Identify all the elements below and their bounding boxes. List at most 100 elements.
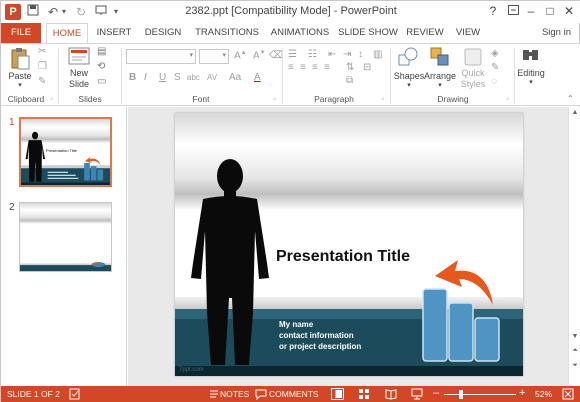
increase-font-size-icon[interactable]: A▲ <box>234 50 247 61</box>
font-name-combo[interactable]: ▾ <box>126 49 196 64</box>
tab-file[interactable]: FILE <box>1 23 41 43</box>
help-button[interactable]: ? <box>485 3 501 19</box>
ribbon-display-options-icon[interactable] <box>505 3 521 19</box>
quick-styles-icon[interactable] <box>462 46 484 68</box>
shapes-dropdown-icon[interactable]: ▾ <box>404 81 414 89</box>
increase-indent-icon[interactable]: ⇥ <box>343 49 351 60</box>
underline-button[interactable]: U <box>159 72 166 83</box>
slide-subtitle-line[interactable]: contact information <box>279 331 354 340</box>
copy-icon[interactable]: ❐ <box>38 61 47 72</box>
tab-review[interactable]: REVIEW <box>404 23 446 43</box>
justify-icon[interactable]: ≡ <box>324 62 330 73</box>
tab-design[interactable]: DESIGN <box>142 23 184 43</box>
thumbnail-number: 2 <box>9 202 15 213</box>
slide-sorter-view-icon[interactable] <box>358 388 371 400</box>
font-launcher-icon[interactable]: ⌟ <box>273 94 276 101</box>
bold-button[interactable]: B <box>129 72 136 83</box>
convert-to-smartart-icon[interactable]: ⧉ <box>346 75 353 86</box>
fit-slide-to-window-icon[interactable] <box>562 388 575 400</box>
reset-icon[interactable]: ⟲ <box>97 61 105 72</box>
change-case-button[interactable]: Aa <box>229 72 241 83</box>
reading-view-icon[interactable] <box>385 388 398 400</box>
notes-button[interactable]: NOTES <box>220 389 249 399</box>
sign-in-link[interactable]: Sign in <box>542 23 571 43</box>
paste-button[interactable]: Paste <box>5 71 35 81</box>
align-left-icon[interactable]: ≡ <box>288 62 294 73</box>
new-slide-button[interactable]: New Slide <box>63 68 95 90</box>
arrange-dropdown-icon[interactable]: ▾ <box>435 81 445 89</box>
comments-icon[interactable] <box>255 388 268 401</box>
close-icon[interactable]: ✕ <box>561 3 577 19</box>
bullets-icon[interactable]: ☰ <box>288 49 297 60</box>
paste-icon[interactable] <box>10 47 30 71</box>
text-direction-icon[interactable]: ⇅ <box>346 62 354 73</box>
tab-insert[interactable]: INSERT <box>93 23 135 43</box>
character-spacing-button[interactable]: AV <box>207 73 217 82</box>
section-icon[interactable]: ▭ <box>97 76 106 87</box>
slide-show-view-icon[interactable] <box>411 388 424 400</box>
strikethrough-button[interactable]: S <box>174 72 181 83</box>
arrange-icon[interactable] <box>429 46 451 68</box>
font-name-dropdown-icon[interactable]: ▾ <box>189 51 193 59</box>
zoom-percent[interactable]: 52% <box>535 389 552 399</box>
tab-animations[interactable]: ANIMATIONS <box>266 23 334 43</box>
next-slide-icon[interactable]: ⏷ <box>569 362 580 370</box>
slide-thumbnail-2[interactable] <box>19 202 112 272</box>
quick-styles-button[interactable]: Quick Styles <box>456 68 490 90</box>
slide-subtitle-line[interactable]: My name <box>279 320 313 329</box>
new-slide-icon[interactable] <box>68 47 90 67</box>
line-spacing-icon[interactable]: ↕ <box>358 49 363 60</box>
decrease-font-size-icon[interactable]: A▼ <box>253 50 266 61</box>
paragraph-launcher-icon[interactable]: ⌟ <box>381 94 384 101</box>
arrange-button[interactable]: Arrange <box>423 71 457 81</box>
numbering-icon[interactable]: ☷ <box>308 49 317 60</box>
previous-slide-icon[interactable]: ⏶ <box>569 347 580 355</box>
font-size-dropdown-icon[interactable]: ▾ <box>222 51 226 59</box>
vertical-scrollbar[interactable]: ▲ ▼ ⏶ ⏷ <box>568 107 580 386</box>
tab-home[interactable]: HOME <box>46 23 88 44</box>
zoom-slider[interactable] <box>444 390 516 399</box>
paste-dropdown-icon[interactable]: ▾ <box>15 81 25 89</box>
collapse-ribbon-icon[interactable]: ⌃ <box>567 94 574 103</box>
shapes-button[interactable]: Shapes <box>392 71 426 81</box>
shape-effects-icon[interactable]: ◌ <box>491 76 497 87</box>
shapes-icon[interactable] <box>397 46 419 68</box>
comments-button[interactable]: COMMENTS <box>269 389 319 399</box>
font-color-button[interactable]: A <box>254 72 261 83</box>
editing-dropdown-icon[interactable]: ▾ <box>526 78 536 86</box>
italic-button[interactable]: I <box>144 72 147 83</box>
shape-outline-icon[interactable]: ✎ <box>491 62 499 73</box>
scroll-up-icon[interactable]: ▲ <box>569 109 580 116</box>
normal-view-icon[interactable] <box>331 388 344 400</box>
minimize-icon[interactable]: – <box>523 3 539 19</box>
format-painter-icon[interactable]: ✎ <box>38 76 46 87</box>
tab-view[interactable]: VIEW <box>453 23 483 43</box>
tab-transitions[interactable]: TRANSITIONS <box>192 23 262 43</box>
layout-icon[interactable]: ▤ <box>97 46 106 57</box>
align-right-icon[interactable]: ≡ <box>312 62 318 73</box>
slide-subtitle-line[interactable]: or project description <box>279 342 361 351</box>
shape-fill-icon[interactable]: ◈ <box>491 48 499 59</box>
zoom-in-icon[interactable]: + <box>519 387 525 399</box>
current-slide[interactable]: Presentation Title My name contact infor… <box>175 113 523 376</box>
zoom-out-icon[interactable]: – <box>433 387 439 399</box>
align-center-icon[interactable]: ≡ <box>300 62 306 73</box>
font-group-label: Font <box>192 94 210 104</box>
font-size-combo[interactable]: ▾ <box>199 49 229 64</box>
slide-thumbnail-1[interactable]: Presentation Title <box>19 117 112 187</box>
zoom-slider-thumb[interactable] <box>459 390 463 399</box>
maximize-icon[interactable]: □ <box>542 3 558 19</box>
editing-button[interactable]: Editing <box>514 68 548 78</box>
scroll-down-icon[interactable]: ▼ <box>569 333 580 340</box>
clipboard-launcher-icon[interactable]: ⌟ <box>50 94 53 101</box>
spelling-check-icon[interactable] <box>69 388 82 400</box>
cut-icon[interactable]: ✂ <box>38 46 46 57</box>
drawing-launcher-icon[interactable]: ⌟ <box>506 94 509 101</box>
slide-title[interactable]: Presentation Title <box>276 248 410 266</box>
text-shadow-button[interactable]: abc <box>187 73 200 82</box>
tab-slide-show[interactable]: SLIDE SHOW <box>337 23 399 43</box>
editing-icon[interactable] <box>521 46 541 66</box>
columns-icon[interactable]: ▥ <box>373 49 382 60</box>
decrease-indent-icon[interactable]: ⇤ <box>328 49 336 60</box>
align-text-icon[interactable]: ⊟ <box>363 62 371 73</box>
